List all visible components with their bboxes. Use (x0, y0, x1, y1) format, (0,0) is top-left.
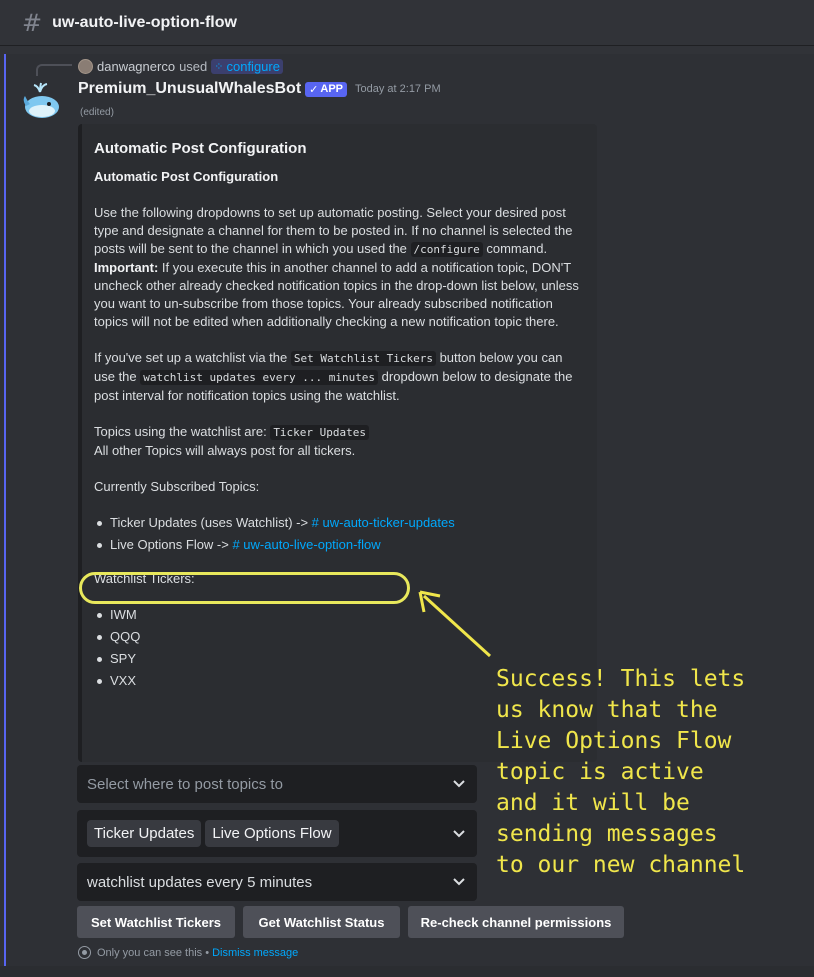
interval-select-value: watchlist updates every 5 minutes (87, 873, 313, 891)
set-watchlist-tickers-button[interactable]: Set Watchlist Tickers (77, 906, 235, 938)
verified-check-icon: ✓ (309, 83, 319, 96)
dismiss-message-link[interactable]: Dismiss message (212, 947, 298, 959)
reply-used-text: used (179, 58, 208, 74)
topic-chip-live-options-flow[interactable]: Live Options Flow (205, 820, 339, 847)
bottom-strip (0, 966, 814, 977)
topics-paragraph: Topics using the watchlist are: Ticker U… (94, 423, 581, 460)
important-text: If you execute this in another channel t… (94, 260, 579, 329)
embed-subtitle: Automatic Post Configuration (94, 169, 279, 184)
annotation-line: Success! This lets (496, 666, 746, 692)
ephemeral-text: Only you can see this • (97, 946, 210, 959)
interval-select-dropdown[interactable]: watchlist updates every 5 minutes (77, 863, 477, 901)
interval-code: watchlist updates every ... minutes (140, 370, 379, 385)
intro-text-end: command. (482, 241, 548, 256)
watchlist-paragraph: If you've set up a watchlist via the Set… (94, 349, 581, 405)
subscribed-label: Currently Subscribed Topics: (94, 479, 260, 494)
bot-name[interactable]: Premium_UnusualWhalesBot (78, 80, 301, 98)
ticker-updates-code: Ticker Updates (270, 425, 370, 440)
watchlist-text-a: If you've set up a watchlist via the (94, 350, 291, 365)
command-pill[interactable]: ⁘ configure (211, 58, 283, 74)
annotation-line: and it will be (496, 790, 690, 816)
chevron-down-icon (453, 780, 465, 788)
intro-paragraph: Use the following dropdowns to set up au… (94, 204, 581, 259)
channel-header: # uw-auto-live-option-flow (0, 0, 814, 46)
channel-link-live-option-flow[interactable]: # uw-auto-live-option-flow (232, 537, 380, 552)
annotation-line: sending messages (496, 821, 718, 847)
eye-icon (78, 946, 91, 959)
important-label: Important: (94, 260, 159, 275)
message-header: Premium_UnusualWhalesBot ✓ APP Today at … (78, 80, 441, 98)
topic-multiselect[interactable]: Ticker Updates Live Options Flow (77, 810, 477, 857)
channel-title: uw-auto-live-option-flow (52, 13, 237, 31)
annotation-line: us know that the (496, 697, 718, 723)
list-item: Live Options Flow -> # uw-auto-live-opti… (94, 536, 581, 554)
recheck-permissions-button[interactable]: Re-check channel permissions (408, 906, 624, 938)
chevron-down-icon (453, 878, 465, 886)
user-avatar[interactable] (78, 58, 93, 74)
annotation-text: Success! This lets us know that the Live… (496, 664, 796, 881)
command-name: configure (226, 58, 280, 74)
chevron-down-icon (453, 830, 465, 838)
channel-select-placeholder: Select where to post topics to (87, 775, 283, 793)
annotation-line: to our new channel (496, 852, 746, 878)
annotation-arrow-icon (418, 590, 492, 658)
topic-text: Ticker Updates (uses Watchlist) -> (110, 515, 312, 530)
slash-command-icon: ⁘ (214, 60, 224, 73)
all-topics-text: All other Topics will always post for al… (94, 443, 356, 458)
edited-label: (edited) (80, 107, 114, 118)
channel-select-dropdown[interactable]: Select where to post topics to (77, 765, 477, 803)
ephemeral-notice: Only you can see this • Dismiss message (78, 946, 298, 959)
get-watchlist-status-button[interactable]: Get Watchlist Status (243, 906, 400, 938)
app-badge: ✓ APP (305, 81, 347, 97)
important-paragraph: Important: If you execute this in anothe… (94, 259, 581, 331)
embed-title: Automatic Post Configuration (94, 140, 307, 157)
annotation-line: topic is active (496, 759, 704, 785)
annotation-line: Live Options Flow (496, 728, 732, 754)
topic-text: Live Options Flow -> (110, 537, 233, 552)
hashtag-icon: # (22, 8, 43, 37)
reply-username[interactable]: danwagnerco (97, 59, 175, 74)
command-reference[interactable]: danwagnerco used ⁘ configure (78, 57, 283, 75)
topic-chip-ticker-updates[interactable]: Ticker Updates (87, 820, 202, 847)
channel-link-ticker-updates[interactable]: # uw-auto-ticker-updates (312, 515, 455, 530)
subscribed-topics-list: Ticker Updates (uses Watchlist) -> # uw-… (94, 514, 581, 554)
configure-code: /configure (410, 242, 483, 257)
set-watchlist-code: Set Watchlist Tickers (290, 351, 436, 366)
app-badge-label: APP (320, 83, 343, 95)
list-item: Ticker Updates (uses Watchlist) -> # uw-… (94, 514, 581, 532)
bot-avatar[interactable] (20, 80, 62, 122)
topics-text: Topics using the watchlist are: (94, 424, 271, 439)
timestamp[interactable]: Today at 2:17 PM (355, 83, 441, 95)
reply-connector (36, 64, 72, 76)
